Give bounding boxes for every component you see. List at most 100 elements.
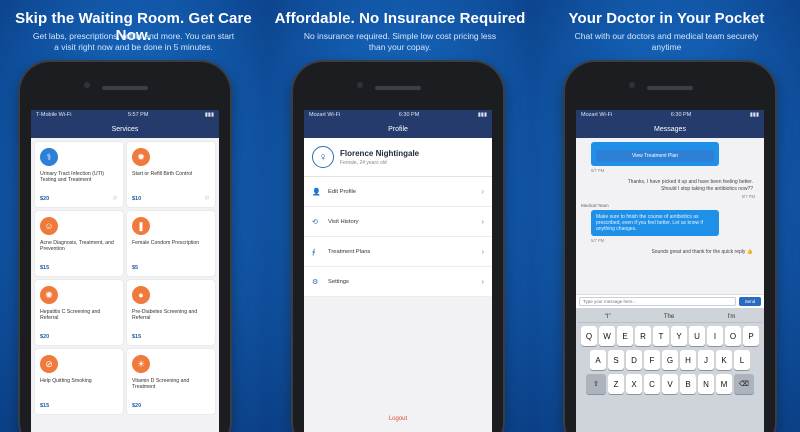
status-bar: Mozart Wi-Fi 6:30 PM ▮▮▮ [304,110,492,120]
key[interactable]: D [626,350,642,370]
service-card-smoking[interactable]: ⊘ Help Quitting Smoking $15 [35,349,123,414]
service-card-diabetes[interactable]: ● Pre-Diabetes Screening and Referral $1… [127,280,215,345]
key[interactable]: W [599,326,615,346]
incoming-message: View Treatment Plan [591,142,719,166]
messages-screen: Mozart Wi-Fi 6:30 PM ▮▮▮ Messages View T… [576,110,764,432]
service-card-birth-control[interactable]: ✹ Start or Refill Birth Control $10 ⚐ [127,142,215,207]
keyboard: "I" The I'm Q W E R T Y U I O P A S D F … [576,308,764,432]
key[interactable]: M [716,374,732,394]
backspace-key-icon[interactable]: ⌫ [734,374,754,394]
services-grid: ⚕ Urinary Tract Infection (UTI) Testing … [31,138,219,418]
key[interactable]: G [662,350,678,370]
key[interactable]: R [635,326,651,346]
chevron-right-icon: › [481,247,484,256]
face-icon: ☺ [40,217,58,235]
screen-title: Messages [654,125,686,133]
flag-icon: ⚐ [204,196,210,202]
service-card-acne[interactable]: ☺ Acne Diagnosis, Treatment, and Prevent… [35,211,123,276]
kidney-icon: ⚕ [40,148,58,166]
key-row-2: A S D F G H J K L [578,350,762,370]
menu-item-visit-history[interactable]: ⟲ Visit History › [304,207,492,237]
clock-label: 6:30 PM [398,112,420,118]
key[interactable]: H [680,350,696,370]
pill-icon: ✹ [132,148,150,166]
person-icon: 👤 [312,188,321,196]
subline: Get labs, prescriptions, refills and mor… [32,31,235,52]
menu-item-settings[interactable]: ⚙ Settings › [304,267,492,297]
key[interactable]: Q [581,326,597,346]
key[interactable]: T [653,326,669,346]
subline: No insurance required. Simple low cost p… [303,31,497,52]
clock-label: 5:57 PM [127,112,149,118]
message-time: 5/7 PM [591,238,605,244]
profile-screen: Mozart Wi-Fi 6:30 PM ▮▮▮ Profile ♀ Flore… [304,110,492,432]
key[interactable]: C [644,374,660,394]
key[interactable]: N [698,374,714,394]
service-title: Help Quitting Smoking [40,378,92,384]
speaker [647,86,693,90]
key[interactable]: X [626,374,642,394]
service-card-vitamin-d[interactable]: ☀ Vitamin D Screening and Treatment $20 [127,349,215,414]
panel-messages: Your Doctor in Your Pocket Chat with our… [533,0,800,432]
key[interactable]: Y [671,326,687,346]
shift-key-icon[interactable]: ⇧ [586,374,606,394]
status-bar: T-Mobile Wi-Fi 5:57 PM ▮▮▮ [31,110,219,120]
avatar-icon: ♀ [312,146,334,168]
sender-label: Medical Team [581,203,609,209]
service-card-condom[interactable]: ❚ Female Condom Prescription $5 [127,211,215,276]
key[interactable]: V [662,374,678,394]
chevron-right-icon: › [481,277,484,286]
menu-item-edit-profile[interactable]: 👤 Edit Profile › [304,177,492,207]
message-input[interactable] [579,297,736,306]
suggestion[interactable]: The [664,314,674,320]
suggestion[interactable]: "I" [605,314,611,320]
logout-button[interactable]: Logout [304,416,492,422]
condom-icon: ❚ [132,217,150,235]
key[interactable]: Z [608,374,624,394]
outgoing-message: Thanks, I have picked it up and have bee… [627,179,753,192]
key[interactable]: U [689,326,705,346]
chevron-right-icon: › [481,217,484,226]
phone-frame: T-Mobile Wi-Fi 5:57 PM ▮▮▮ Services ⚕ Ur… [20,62,230,432]
service-price: $20 [40,334,50,340]
suggestion[interactable]: I'm [728,314,736,320]
smoking-icon: ⊘ [40,355,58,373]
menu-label: Treatment Plans [328,248,371,255]
key[interactable]: I [707,326,723,346]
key[interactable]: A [590,350,606,370]
screen-title: Services [111,125,139,133]
send-button[interactable]: Send [739,297,761,306]
panel-services: Skip the Waiting Room. Get Care Now. Get… [0,0,267,432]
key[interactable]: L [734,350,750,370]
message-thread: View Treatment Plan 5/7 PM Thanks, I hav… [576,138,764,294]
gear-icon: ⚙ [312,278,319,286]
headline: Your Doctor in Your Pocket [568,10,765,27]
flag-icon: ⚐ [112,196,118,202]
speaker [375,86,421,90]
key[interactable]: E [617,326,633,346]
key[interactable]: B [680,374,696,394]
key[interactable]: O [725,326,741,346]
key[interactable]: P [743,326,759,346]
key[interactable]: F [644,350,660,370]
sun-icon: ☀ [132,355,150,373]
status-bar: Mozart Wi-Fi 6:30 PM ▮▮▮ [576,110,764,120]
service-title: Urinary Tract Infection (UTI) Testing an… [40,171,104,184]
drop-icon: ● [132,286,150,304]
service-title: Acne Diagnosis, Treatment, and Preventio… [40,240,114,253]
phone-frame: Mozart Wi-Fi 6:30 PM ▮▮▮ Profile ♀ Flore… [293,62,503,432]
compose-bar: Send [576,294,764,308]
key[interactable]: J [698,350,714,370]
key[interactable]: K [716,350,732,370]
screen-title: Profile [388,125,408,133]
battery-icon: ▮▮▮ [477,112,487,118]
service-card-hepatitis[interactable]: ✺ Hepatitis C Screening and Referral $20 [35,280,123,345]
service-card-uti[interactable]: ⚕ Urinary Tract Infection (UTI) Testing … [35,142,123,207]
message-time: 5/7 PM [741,194,755,200]
profile-header: ♀ Florence Nightingale Female, 24 years … [304,138,492,177]
speaker [102,86,148,90]
key[interactable]: S [608,350,624,370]
view-plan-button[interactable]: View Treatment Plan [596,150,714,162]
nav-bar: Profile [304,120,492,138]
menu-item-treatment-plans[interactable]: ∮ Treatment Plans › [304,237,492,267]
